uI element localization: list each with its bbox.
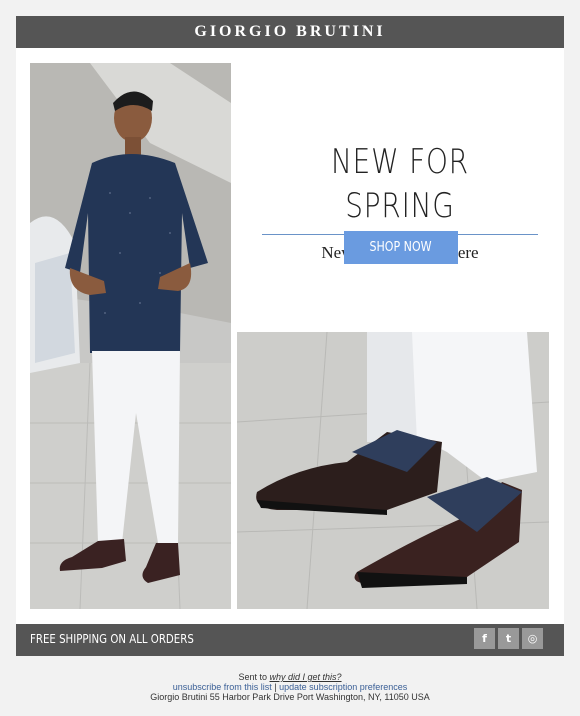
mailing-address: Giorgio Brutini 55 Harbor Park Drive Por…: [150, 692, 430, 702]
link-separator: |: [274, 682, 277, 692]
twitter-icon[interactable]: t: [498, 628, 519, 649]
brand-header: GIORGIO BRUTINI: [16, 16, 564, 48]
facebook-icon[interactable]: f: [474, 628, 495, 649]
model-photo[interactable]: [30, 63, 231, 609]
shipping-bar: FREE SHIPPING ON ALL ORDERS f t ◎: [16, 624, 564, 656]
subscription-links: unsubscribe from this list | update subs…: [0, 682, 580, 692]
shop-now-button[interactable]: SHOP NOW: [344, 231, 458, 264]
instagram-icon[interactable]: ◎: [522, 628, 543, 649]
brand-logo: GIORGIO BRUTINI: [194, 23, 386, 40]
shop-now-label: SHOP NOW: [369, 240, 433, 255]
why-link[interactable]: why did I get this?: [270, 672, 342, 682]
free-shipping-text: FREE SHIPPING ON ALL ORDERS: [30, 632, 194, 646]
update-preferences-link[interactable]: update subscription preferences: [279, 682, 407, 692]
unsubscribe-link[interactable]: unsubscribe from this list: [173, 682, 272, 692]
sent-to-line: Sent to why did I get this?: [0, 672, 580, 682]
sent-to-label: Sent to: [238, 672, 267, 682]
hero-headline: NEW FOR SPRING: [330, 142, 469, 226]
shoe-closeup-photo[interactable]: [237, 332, 549, 609]
